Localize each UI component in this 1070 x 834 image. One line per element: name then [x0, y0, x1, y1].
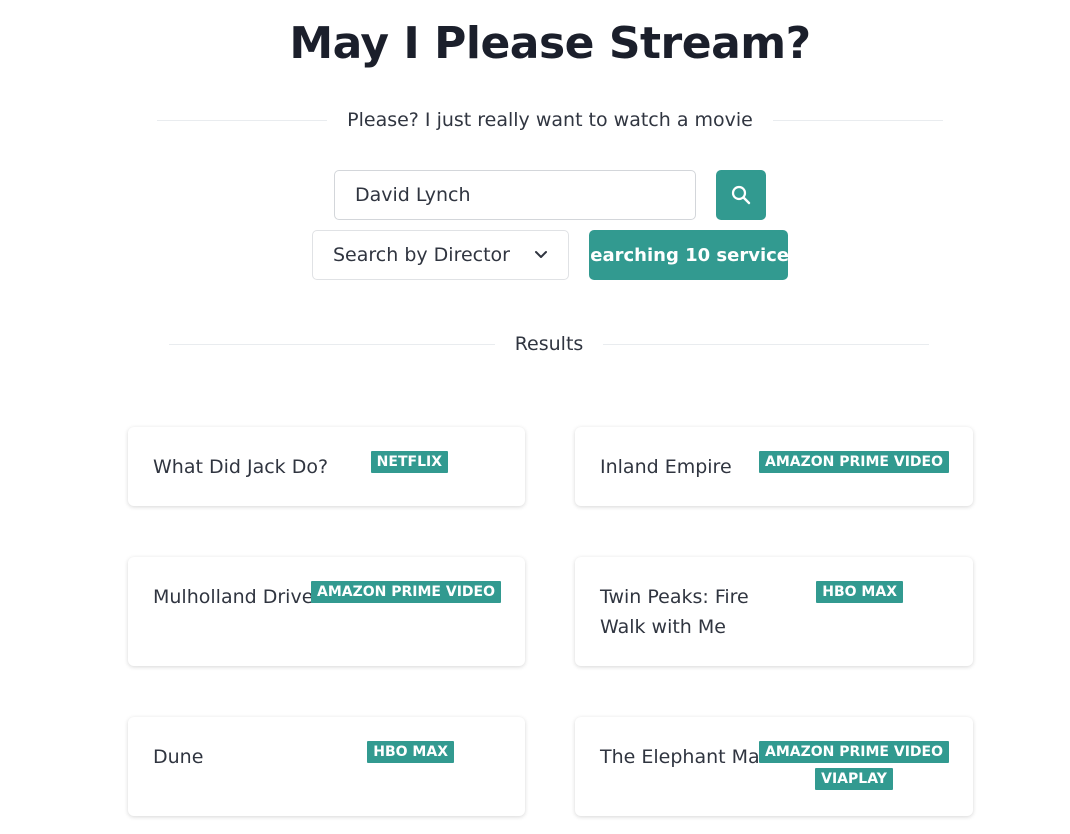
services-button[interactable]: Searching 10 services	[577, 230, 800, 280]
result-card[interactable]: Dune HBO MAX	[128, 717, 525, 816]
page-subtitle: Please? I just really want to watch a mo…	[347, 109, 753, 131]
search-input[interactable]	[334, 170, 696, 220]
service-badge: AMAZON PRIME VIDEO	[759, 741, 949, 763]
results-heading: Results	[514, 333, 584, 355]
divider-line-left	[157, 119, 328, 121]
search-mode-value: Search by Director	[333, 244, 510, 266]
divider-line-right	[772, 119, 943, 121]
service-badge: AMAZON PRIME VIDEO	[759, 451, 949, 473]
service-badge: VIAPLAY	[815, 768, 893, 790]
result-card[interactable]: Mulholland Drive AMAZON PRIME VIDEO	[128, 557, 525, 666]
movie-title: Inland Empire	[600, 456, 732, 478]
search-mode-select[interactable]: Search by Director	[312, 230, 569, 280]
divider-line-right	[603, 343, 930, 345]
service-badges: AMAZON PRIME VIDEO VIAPLAY	[759, 741, 949, 790]
result-card[interactable]: Twin Peaks: Fire Walk with Me HBO MAX	[575, 557, 973, 666]
page-title: May I Please Stream?	[289, 18, 811, 69]
service-badge: HBO MAX	[367, 741, 454, 763]
movie-title: Twin Peaks: Fire Walk with Me	[600, 586, 749, 638]
service-badge: AMAZON PRIME VIDEO	[311, 581, 501, 603]
service-badges: NETFLIX	[370, 451, 448, 473]
result-card[interactable]: The Elephant Man AMAZON PRIME VIDEO VIAP…	[575, 717, 973, 816]
subtitle-divider: Please? I just really want to watch a mo…	[157, 105, 943, 135]
service-badge: NETFLIX	[370, 451, 448, 473]
movie-title: What Did Jack Do?	[153, 456, 329, 478]
service-badges: HBO MAX	[367, 741, 454, 763]
result-card[interactable]: What Did Jack Do? NETFLIX	[128, 427, 525, 506]
search-icon	[731, 185, 751, 205]
results-divider: Results	[169, 329, 930, 359]
chevron-down-icon	[535, 251, 547, 258]
page: May I Please Stream? Please? I just real…	[0, 0, 1070, 834]
movie-title: The Elephant Man	[600, 746, 772, 768]
movie-title: Mulholland Drive	[153, 586, 314, 608]
movie-title: Dune	[153, 746, 204, 768]
service-badges: AMAZON PRIME VIDEO	[311, 581, 501, 603]
search-button[interactable]	[716, 170, 766, 220]
service-badge: HBO MAX	[816, 581, 903, 603]
service-badges: HBO MAX	[816, 581, 903, 603]
result-card[interactable]: Inland Empire AMAZON PRIME VIDEO	[575, 427, 973, 506]
service-badges: AMAZON PRIME VIDEO	[759, 451, 949, 473]
divider-line-left	[169, 343, 495, 345]
